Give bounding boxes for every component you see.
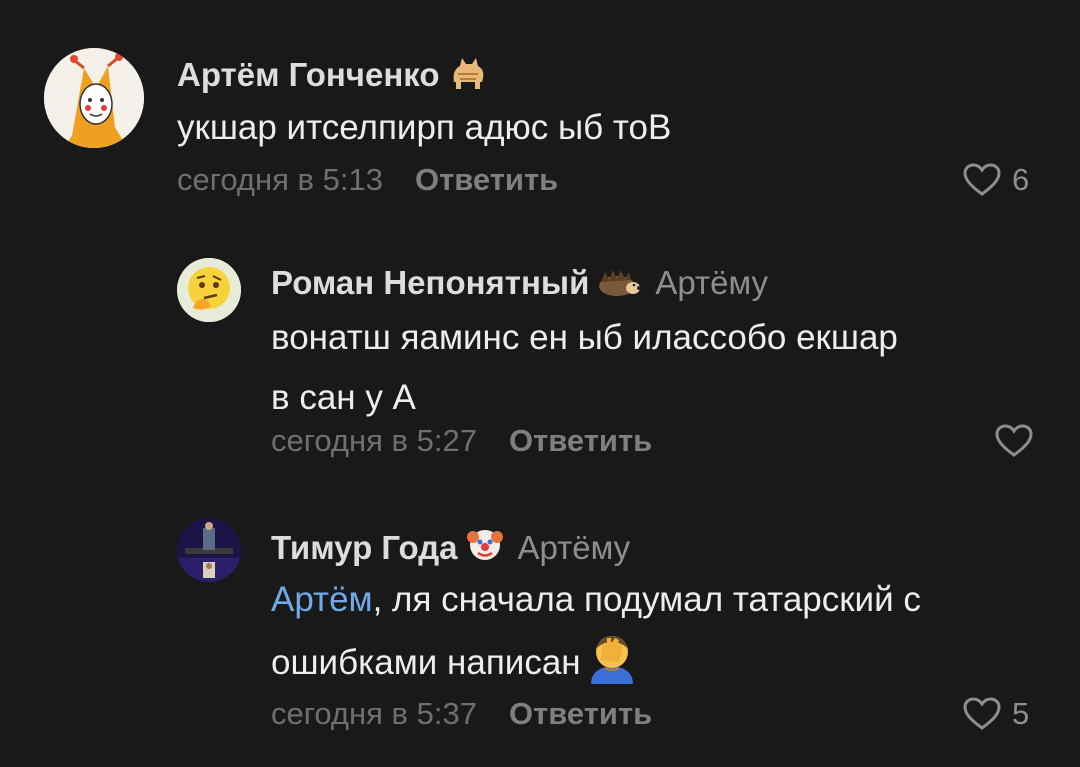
hedgehog-emoji-icon bbox=[597, 267, 642, 307]
comment-text: укшар итселпирп адюс ыб тоВ bbox=[177, 108, 672, 147]
heart-icon bbox=[963, 697, 1001, 730]
author-name[interactable]: Артём Гонченко bbox=[177, 56, 440, 93]
comment-header: Тимур Года Артёму bbox=[271, 525, 630, 572]
reply-comment: Роман Непонятный Артёму вонатш яаминс ен… bbox=[0, 230, 1080, 500]
like-button[interactable]: 6 bbox=[962, 160, 1029, 200]
comment-text: вонатш яаминс ен ыб илассобо екшар в сан… bbox=[271, 308, 898, 428]
reply-button[interactable]: Ответить bbox=[509, 423, 652, 458]
stage-avatar-icon bbox=[177, 518, 241, 582]
author-name[interactable]: Роман Непонятный bbox=[271, 264, 589, 301]
reply-comment: Тимур Года Артёму Артём, ля сначала поду… bbox=[0, 500, 1080, 767]
comment-text: Артём, ля сначала подумал татарский с ош… bbox=[271, 570, 921, 703]
like-count: 5 bbox=[1012, 696, 1030, 731]
like-button[interactable] bbox=[994, 421, 1034, 461]
heart-icon bbox=[995, 424, 1033, 457]
timestamp: сегодня в 5:27 bbox=[271, 423, 477, 458]
facepalm-emoji-icon bbox=[587, 630, 637, 703]
comment-text-line: вонатш яаминс ен ыб илассобо екшар bbox=[271, 318, 898, 357]
avatar[interactable] bbox=[177, 258, 241, 322]
comment: Артём Гонченко укшар итселпирп адюс ыб т… bbox=[0, 0, 1080, 230]
thinking-face-avatar-icon bbox=[177, 258, 241, 322]
jester-avatar-icon bbox=[44, 48, 144, 148]
comment-text-fragment: , ля сначала подумал татарский с bbox=[372, 580, 921, 619]
timestamp: сегодня в 5:13 bbox=[177, 162, 383, 197]
comment-meta: сегодня в 5:13 Ответить bbox=[177, 160, 558, 200]
clown-emoji-icon bbox=[466, 525, 504, 572]
comment-header: Роман Непонятный Артёму bbox=[271, 263, 768, 307]
comment-text-line: в сан у А bbox=[271, 378, 416, 417]
timestamp: сегодня в 5:37 bbox=[271, 696, 477, 731]
like-button[interactable]: 5 bbox=[962, 694, 1029, 734]
reply-button[interactable]: Ответить bbox=[509, 696, 652, 731]
reply-to-label[interactable]: Артёму bbox=[518, 529, 631, 566]
cat-emoji-icon bbox=[448, 52, 488, 99]
reply-button[interactable]: Ответить bbox=[415, 162, 558, 197]
comment-meta: сегодня в 5:37 Ответить bbox=[271, 694, 652, 734]
avatar[interactable] bbox=[44, 48, 144, 148]
mention-link[interactable]: Артём bbox=[271, 580, 373, 619]
comment-text-line: Артём, ля сначала подумал татарский с bbox=[271, 570, 921, 630]
avatar[interactable] bbox=[177, 518, 241, 582]
comment-text-line: ошибками написан bbox=[271, 630, 921, 703]
comment-text-fragment: ошибками написан bbox=[271, 643, 581, 682]
author-name[interactable]: Тимур Года bbox=[271, 529, 458, 566]
like-count: 6 bbox=[1012, 162, 1030, 197]
comment-meta: сегодня в 5:27 Ответить bbox=[271, 421, 652, 461]
comment-header: Артём Гонченко bbox=[177, 52, 488, 99]
heart-icon bbox=[963, 163, 1001, 196]
reply-to-label[interactable]: Артёму bbox=[655, 264, 768, 301]
